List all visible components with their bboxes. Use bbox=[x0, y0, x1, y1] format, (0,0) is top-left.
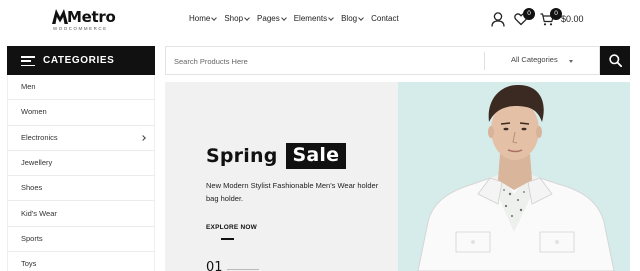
site-logo[interactable]: Metro WOOCOMMERCE bbox=[52, 8, 116, 34]
categories-toggle[interactable]: CATEGORIES bbox=[7, 46, 155, 75]
search-divider bbox=[484, 52, 485, 70]
logo-word: Metro bbox=[67, 8, 116, 26]
nav-label: Pages bbox=[257, 14, 280, 23]
categories-title: CATEGORIES bbox=[43, 55, 115, 66]
category-label: Sports bbox=[21, 233, 43, 243]
logo-mark: Metro bbox=[52, 8, 116, 26]
chevron-down-icon bbox=[211, 15, 218, 21]
chevron-right-icon bbox=[140, 134, 146, 141]
category-label: Jewellery bbox=[21, 157, 53, 167]
hamburger-icon bbox=[21, 56, 35, 67]
nav-item-blog[interactable]: Blog bbox=[341, 12, 364, 26]
category-item-shoes[interactable]: Shoes bbox=[8, 176, 155, 202]
category-item-women[interactable]: Women bbox=[8, 100, 155, 126]
explore-now-link[interactable]: EXPLORE NOW bbox=[206, 224, 257, 231]
search-icon bbox=[609, 54, 622, 67]
nav-item-elements[interactable]: Elements bbox=[293, 12, 334, 26]
category-select[interactable]: All Categories bbox=[511, 55, 558, 64]
logo-m-icon bbox=[52, 9, 68, 24]
cta-underline bbox=[221, 238, 234, 240]
category-item-toys[interactable]: Toys bbox=[8, 252, 155, 271]
category-label: Women bbox=[21, 107, 47, 117]
chevron-down-icon bbox=[280, 15, 287, 21]
category-label: Shoes bbox=[21, 183, 43, 193]
nav-item-pages[interactable]: Pages bbox=[257, 12, 287, 26]
nav-item-home[interactable]: Home bbox=[189, 12, 218, 26]
slide-number: 01 bbox=[206, 260, 223, 271]
caret-down-icon[interactable] bbox=[569, 60, 573, 63]
wishlist-count-badge: 0 bbox=[523, 8, 535, 20]
hero-title: Spring Sale bbox=[206, 141, 347, 171]
category-item-kids-wear[interactable]: Kid's Wear bbox=[8, 202, 155, 227]
search-input[interactable] bbox=[174, 54, 464, 68]
category-list: Men Women Electronics Jewellery Shoes Ki… bbox=[7, 75, 155, 271]
search-button[interactable] bbox=[600, 46, 630, 75]
nav-label: Home bbox=[189, 14, 211, 23]
nav-label: Elements bbox=[293, 14, 328, 23]
slide-progress-line bbox=[227, 269, 259, 270]
nav-label: Contact bbox=[371, 14, 399, 23]
hero-title-plain: Spring bbox=[206, 145, 278, 167]
category-item-electronics[interactable]: Electronics bbox=[8, 126, 155, 151]
model-photo bbox=[417, 84, 615, 271]
category-item-jewellery[interactable]: Jewellery bbox=[8, 151, 155, 177]
main-nav: Home Shop Pages Elements Blog Contact bbox=[189, 12, 407, 26]
chevron-down-icon bbox=[244, 15, 250, 21]
category-item-men[interactable]: Men bbox=[8, 75, 155, 101]
category-label: Kid's Wear bbox=[21, 208, 57, 218]
cart-total[interactable]: $0.00 bbox=[561, 14, 584, 24]
category-label: Electronics bbox=[21, 132, 58, 142]
chevron-down-icon bbox=[328, 15, 334, 21]
hero-description: New Modern Stylist Fashionable Men's Wea… bbox=[206, 181, 379, 203]
search-bar: All Categories bbox=[165, 46, 600, 75]
site-header: Metro WOOCOMMERCE Home Shop Pages Elemen… bbox=[0, 0, 640, 42]
category-label: Men bbox=[21, 82, 36, 91]
nav-item-shop[interactable]: Shop bbox=[224, 12, 250, 26]
nav-label: Shop bbox=[224, 14, 244, 23]
category-item-sports[interactable]: Sports bbox=[8, 227, 155, 253]
chevron-down-icon bbox=[358, 15, 364, 21]
hero-title-highlight: Sale bbox=[285, 143, 347, 169]
user-icon[interactable] bbox=[491, 12, 505, 27]
category-label: Toys bbox=[21, 259, 37, 269]
logo-subtitle: WOOCOMMERCE bbox=[53, 26, 108, 31]
nav-label: Blog bbox=[341, 14, 358, 23]
nav-item-contact[interactable]: Contact bbox=[371, 12, 399, 26]
hero-slider: Spring Sale New Modern Stylist Fashionab… bbox=[165, 82, 630, 271]
